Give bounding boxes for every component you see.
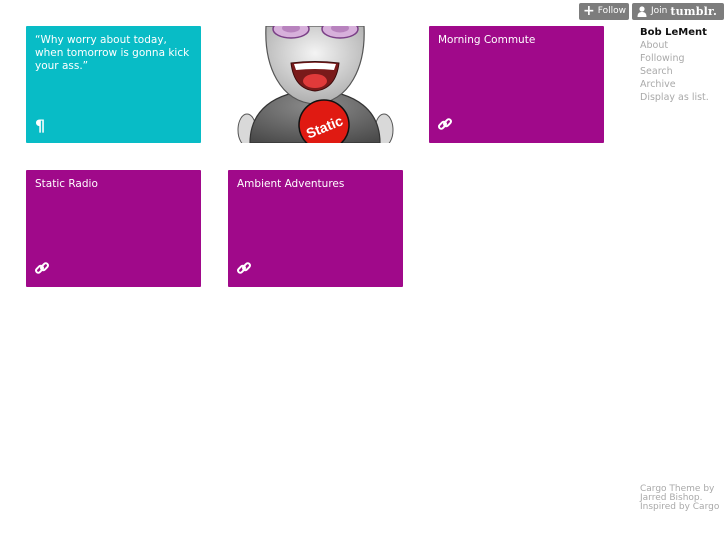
link-post-tile[interactable]: Morning Commute [429, 26, 604, 143]
plus-icon: + [583, 3, 595, 19]
follow-button[interactable]: + Follow [579, 3, 629, 20]
quote-post-tile[interactable]: “Why worry about today, when tomorrow is… [26, 26, 201, 143]
blog-title[interactable]: Bob LeMent [640, 26, 709, 39]
join-label: Join [651, 6, 668, 16]
sidebar-link-search[interactable]: Search [640, 65, 709, 78]
photo-post-tile[interactable]: Static [228, 26, 403, 143]
sidebar: Bob LeMent About Following Search Archiv… [640, 26, 709, 104]
cartoon-character-image: Static [237, 26, 394, 143]
follow-label: Follow [597, 6, 626, 16]
pilcrow-icon: ¶ [35, 116, 46, 135]
sidebar-link-display-as-list[interactable]: Display as list. [640, 91, 709, 104]
link-icon [237, 262, 251, 274]
sidebar-link-about[interactable]: About [640, 39, 709, 52]
link-post-tile[interactable]: Static Radio [26, 170, 201, 287]
link-title: Ambient Adventures [237, 178, 345, 190]
link-icon [438, 118, 452, 130]
link-post-tile[interactable]: Ambient Adventures [228, 170, 403, 287]
credit-line-3[interactable]: Inspired by Cargo [640, 503, 725, 512]
tumblr-logo: tumblr. [670, 5, 717, 18]
link-title: Morning Commute [438, 34, 536, 46]
link-icon [35, 262, 49, 274]
sidebar-link-archive[interactable]: Archive [640, 78, 709, 91]
join-tumblr-button[interactable]: Join tumblr. [632, 3, 724, 20]
theme-credit: Cargo Theme by Jarred Bishop. Inspired b… [640, 485, 725, 512]
quote-text: “Why worry about today, when tomorrow is… [35, 34, 190, 72]
user-icon [637, 6, 647, 17]
sidebar-link-following[interactable]: Following [640, 52, 709, 65]
link-title: Static Radio [35, 178, 98, 190]
